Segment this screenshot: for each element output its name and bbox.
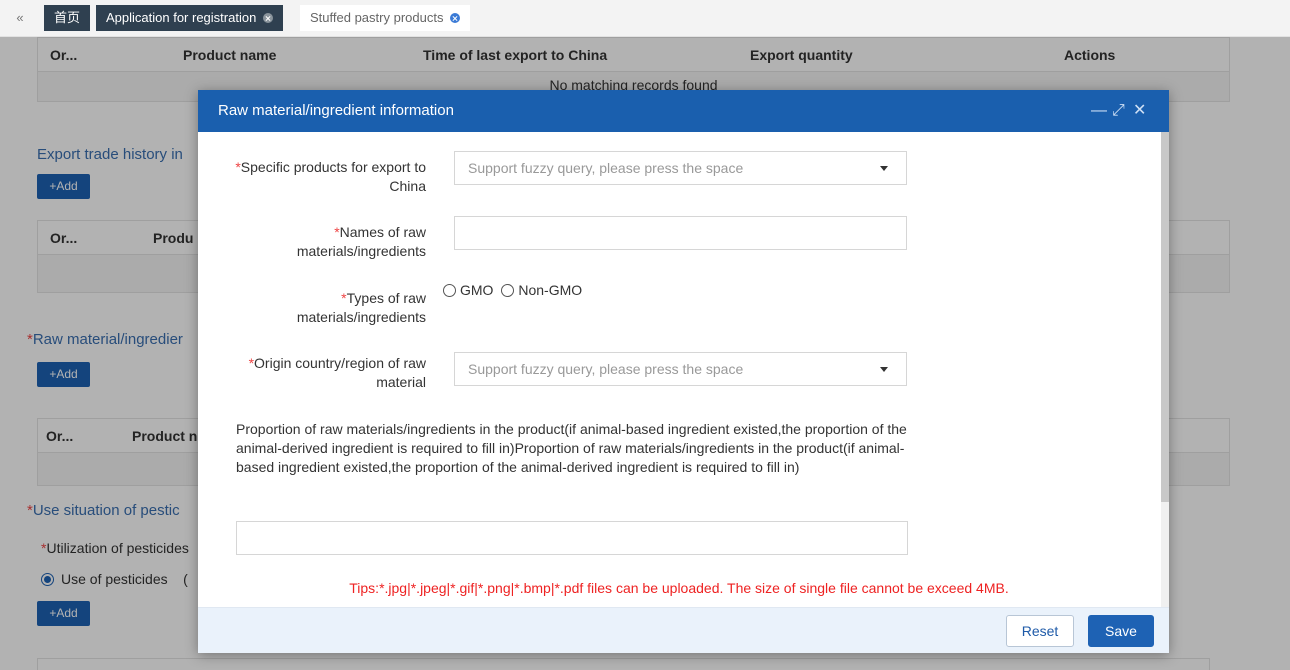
upload-tips: Tips:*.jpg|*.jpeg|*.gif|*.png|*.bmp|*.pd… bbox=[349, 580, 1009, 596]
chevron-down-icon bbox=[880, 166, 888, 171]
specific-products-label: *Specific products for export to China bbox=[235, 159, 426, 194]
tab-label: Stuffed pastry products bbox=[310, 10, 444, 25]
origin-label: *Origin country/region of raw material bbox=[248, 355, 426, 390]
tab-stuffed-pastry-products[interactable]: Stuffed pastry products bbox=[300, 5, 471, 31]
reset-button[interactable]: Reset bbox=[1006, 615, 1074, 647]
modal-footer: Reset Save bbox=[198, 607, 1169, 653]
tab-scroll-left-icon[interactable]: « bbox=[0, 5, 40, 31]
raw-material-modal: Raw material/ingredient information — ⤢ … bbox=[198, 90, 1169, 653]
select-placeholder: Support fuzzy query, please press the sp… bbox=[468, 361, 744, 377]
names-label: *Names of raw materials/ingredients bbox=[296, 224, 426, 259]
close-icon[interactable]: ✕ bbox=[1133, 90, 1146, 132]
names-input[interactable] bbox=[454, 216, 907, 250]
tab-label: Application for registration bbox=[106, 10, 257, 25]
chevron-down-icon bbox=[880, 367, 888, 372]
radio-label: Non-GMO bbox=[518, 282, 583, 298]
tab-close-icon[interactable] bbox=[450, 13, 461, 23]
tab-application-for-registration[interactable]: Application for registration bbox=[96, 5, 283, 31]
types-radio-group: GMO Non-GMO bbox=[443, 282, 582, 298]
tab-bar: « 首页 Application for registration Stuffe… bbox=[0, 0, 1290, 37]
specific-products-select[interactable]: Support fuzzy query, please press the sp… bbox=[454, 151, 907, 185]
radio-gmo[interactable] bbox=[443, 284, 456, 297]
types-label: *Types of raw materials/ingredients bbox=[296, 290, 426, 325]
save-button[interactable]: Save bbox=[1088, 615, 1154, 647]
radio-label: GMO bbox=[460, 282, 494, 298]
minimize-icon[interactable]: — bbox=[1091, 90, 1107, 132]
select-placeholder: Support fuzzy query, please press the sp… bbox=[468, 160, 744, 176]
modal-title: Raw material/ingredient information bbox=[218, 102, 454, 119]
tab-close-icon[interactable] bbox=[262, 13, 273, 23]
modal-header: Raw material/ingredient information — ⤢ … bbox=[198, 90, 1169, 132]
tab-label: 首页 bbox=[54, 10, 81, 25]
maximize-icon[interactable]: ⤢ bbox=[1112, 90, 1125, 132]
origin-select[interactable]: Support fuzzy query, please press the sp… bbox=[454, 352, 907, 386]
tab-home[interactable]: 首页 bbox=[44, 5, 91, 31]
modal-body: *Specific products for export to China Su… bbox=[198, 132, 1169, 607]
modal-scrollbar[interactable] bbox=[1161, 132, 1169, 607]
proportion-input[interactable] bbox=[236, 521, 908, 555]
proportion-label: Proportion of raw materials/ingredients … bbox=[236, 421, 907, 475]
scrollbar-thumb[interactable] bbox=[1161, 132, 1169, 502]
radio-non-gmo[interactable] bbox=[501, 284, 515, 297]
